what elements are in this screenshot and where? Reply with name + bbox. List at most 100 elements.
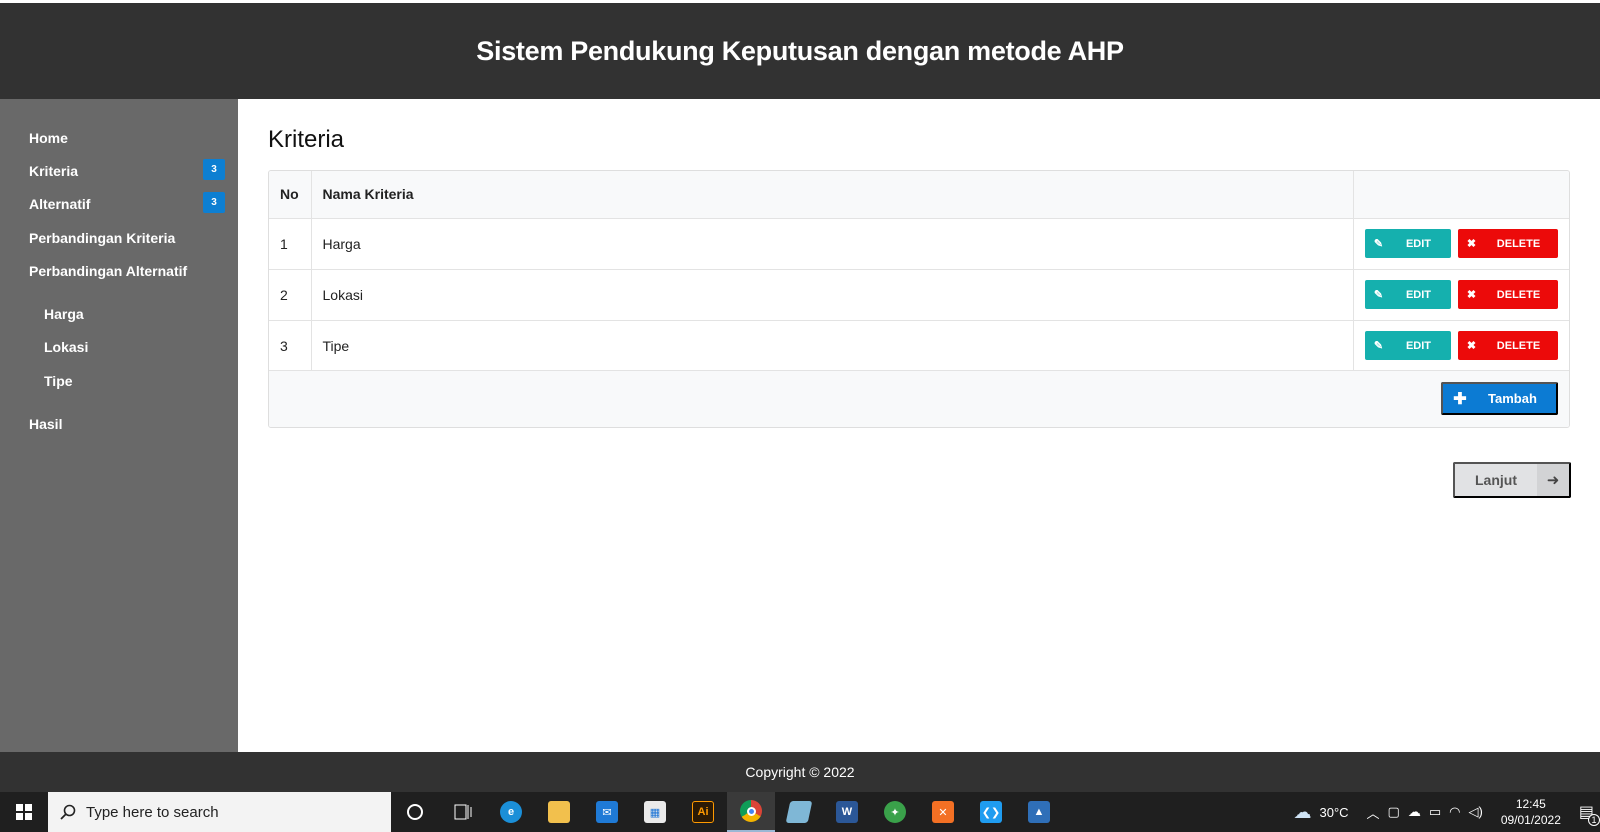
taskbar-app-vscode[interactable]: ❮❯ — [967, 792, 1015, 832]
taskbar-app-xampp[interactable]: ✕ — [919, 792, 967, 832]
sidebar-subitem-tipe[interactable]: Tipe — [44, 373, 240, 389]
taskbar-app-photos[interactable]: ▲ — [1015, 792, 1063, 832]
kriteria-table: No Nama Kriteria 1 Harga ✎ EDIT ✖ DELETE — [269, 171, 1569, 371]
chrome-icon — [740, 800, 762, 822]
table-header-row: No Nama Kriteria — [269, 171, 1569, 218]
edit-button[interactable]: ✎ EDIT — [1364, 280, 1451, 309]
sidebar-item-perbandingan-kriteria[interactable]: Perbandingan Kriteria — [29, 230, 225, 246]
delete-button[interactable]: ✖ DELETE — [1457, 229, 1558, 258]
edit-icon: ✎ — [1373, 238, 1384, 250]
plus-icon: ✚ — [1453, 390, 1467, 408]
start-button[interactable] — [0, 792, 48, 832]
close-icon: ✖ — [1466, 340, 1477, 353]
app-icon: ✦ — [884, 801, 906, 823]
edit-icon: ✎ — [1373, 340, 1384, 353]
delete-label: DELETE — [1496, 288, 1541, 301]
sidebar-item-home[interactable]: Home — [29, 130, 225, 146]
add-button[interactable]: ✚ Tambah — [1441, 382, 1558, 415]
chevron-up-icon[interactable]: ︿ — [1357, 803, 1380, 822]
cell-actions: ✎ EDIT ✖ DELETE — [1352, 218, 1569, 269]
edit-label: EDIT — [1405, 288, 1432, 301]
cell-actions: ✎ EDIT ✖ DELETE — [1352, 320, 1569, 371]
app-header: Sistem Pendukung Keputusan dengan metode… — [0, 3, 1600, 99]
vscode-icon: ❮❯ — [980, 801, 1002, 823]
sidebar-item-alternatif[interactable]: Alternatif 3 — [29, 192, 225, 213]
sidebar-item-label: Harga — [44, 306, 84, 322]
sidebar-item-perbandingan-alternatif[interactable]: Perbandingan Alternatif — [29, 263, 225, 279]
app-title: Sistem Pendukung Keputusan dengan metode… — [476, 35, 1124, 66]
photos-icon: ▲ — [1028, 801, 1050, 823]
sidebar-item-label: Hasil — [29, 416, 63, 432]
edge-icon: e — [500, 801, 522, 823]
close-icon: ✖ — [1466, 238, 1477, 250]
task-view-icon — [454, 804, 472, 820]
delete-label: DELETE — [1496, 237, 1541, 250]
sidebar-item-label: Perbandingan Kriteria — [29, 230, 176, 246]
kriteria-panel: No Nama Kriteria 1 Harga ✎ EDIT ✖ DELETE — [268, 170, 1570, 428]
notes-icon — [785, 801, 813, 823]
onedrive-icon[interactable]: ☁ — [1408, 804, 1421, 820]
store-icon: ▦ — [644, 801, 666, 823]
cell-name: Tipe — [322, 337, 350, 354]
weather-temp[interactable]: 30°C — [1319, 805, 1348, 820]
search-placeholder: Type here to search — [86, 803, 219, 821]
column-header-actions — [1352, 171, 1569, 218]
taskbar-app-store[interactable]: ▦ — [631, 792, 679, 832]
sidebar-item-label: Lokasi — [44, 339, 89, 355]
cortana-button[interactable] — [391, 792, 439, 832]
task-view-button[interactable] — [439, 792, 487, 832]
add-label: Tambah — [1488, 391, 1537, 406]
volume-icon[interactable]: ◁) — [1468, 804, 1482, 820]
illustrator-icon: Ai — [692, 801, 714, 823]
meet-now-icon[interactable]: ▢ — [1388, 804, 1400, 820]
sidebar-item-kriteria[interactable]: Kriteria 3 — [29, 159, 225, 180]
taskbar-search[interactable]: Type here to search — [48, 792, 391, 832]
wifi-icon[interactable]: ◠ — [1449, 804, 1460, 820]
next-button[interactable]: Lanjut ➜ — [1453, 462, 1571, 498]
taskbar-app-edge[interactable]: e — [487, 792, 535, 832]
panel-footer: ✚ Tambah — [269, 370, 1569, 427]
search-icon — [60, 804, 76, 820]
page-footer: Copyright © 2022 — [0, 752, 1600, 792]
sidebar-item-label: Home — [29, 130, 68, 146]
arrow-right-icon: ➜ — [1537, 464, 1569, 496]
edit-button[interactable]: ✎ EDIT — [1364, 229, 1451, 258]
xampp-icon: ✕ — [932, 801, 954, 823]
count-badge: 3 — [203, 159, 225, 180]
sidebar-item-label: Kriteria — [29, 163, 79, 179]
taskbar-app-notes[interactable] — [775, 792, 823, 832]
next-label: Lanjut — [1475, 472, 1517, 488]
mail-icon: ✉ — [596, 801, 618, 823]
taskbar-app-chrome[interactable] — [727, 792, 775, 832]
sidebar-item-hasil[interactable]: Hasil — [29, 416, 225, 432]
cell-name: Harga — [322, 235, 361, 252]
edit-button[interactable]: ✎ EDIT — [1364, 331, 1451, 361]
edit-icon: ✎ — [1373, 289, 1384, 301]
taskbar-app-generic[interactable]: ✦ — [871, 792, 919, 832]
notification-icon[interactable]: ▤ 1 — [1579, 802, 1600, 826]
delete-button[interactable]: ✖ DELETE — [1457, 280, 1558, 309]
taskbar-app-explorer[interactable] — [535, 792, 583, 832]
sidebar-subitem-harga[interactable]: Harga — [44, 306, 240, 322]
clock-time: 12:45 — [1515, 797, 1546, 811]
delete-button[interactable]: ✖ DELETE — [1457, 331, 1558, 361]
sidebar-subitem-lokasi[interactable]: Lokasi — [44, 339, 240, 355]
sidebar: Home Kriteria 3 Alternatif 3 Perbandingan … — [0, 99, 238, 752]
taskbar-app-mail[interactable]: ✉ — [583, 792, 631, 832]
table-row: 2 Lokasi ✎ EDIT ✖ DELETE — [269, 269, 1569, 320]
cell-no: 3 — [269, 320, 312, 371]
system-tray: ☁ 30°C ︿ ▢ ☁ ▭ ◠ ◁) 12:45 09/01/2022 ▤ 1 — [1293, 792, 1600, 832]
count-badge: 3 — [203, 192, 225, 213]
sidebar-item-label: Perbandingan Alternatif — [29, 263, 188, 279]
column-header-name: Nama Kriteria — [322, 186, 414, 203]
windows-taskbar: Type here to search e ✉ ▦ Ai W ✦ ✕ ❮❯ ▲ … — [0, 792, 1600, 832]
cell-no: 1 — [269, 218, 312, 269]
taskbar-app-illustrator[interactable]: Ai — [679, 792, 727, 832]
battery-icon[interactable]: ▭ — [1429, 804, 1441, 820]
close-icon: ✖ — [1466, 289, 1477, 301]
sidebar-item-label: Alternatif — [29, 196, 91, 212]
sidebar-item-label: Tipe — [44, 373, 73, 389]
file-explorer-icon — [548, 801, 570, 823]
taskbar-app-word[interactable]: W — [823, 792, 871, 832]
clock[interactable]: 12:45 09/01/2022 — [1491, 796, 1571, 828]
